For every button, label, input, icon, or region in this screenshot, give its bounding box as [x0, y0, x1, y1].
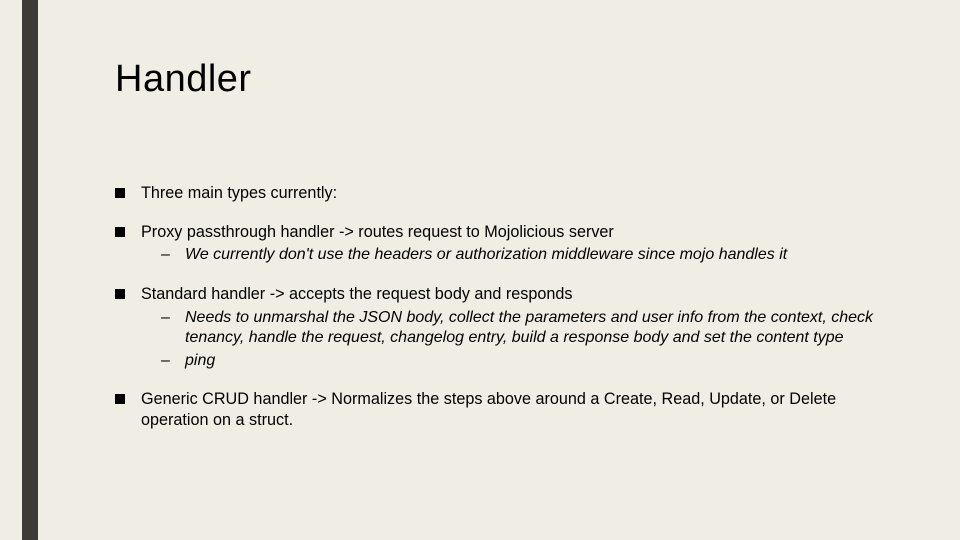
bullet-list: Three main types currently: Proxy passth…	[115, 183, 905, 431]
bullet-text: Generic CRUD handler -> Normalizes the s…	[141, 390, 836, 429]
sub-text: ping	[185, 352, 215, 369]
sub-item: We currently don't use the headers or au…	[141, 245, 905, 265]
slide-title: Handler	[115, 58, 905, 101]
bullet-item: Generic CRUD handler -> Normalizes the s…	[115, 389, 905, 430]
accent-stripe	[22, 0, 38, 540]
bullet-text: Proxy passthrough handler -> routes requ…	[141, 223, 614, 241]
sub-list: We currently don't use the headers or au…	[141, 245, 905, 265]
sub-text: Needs to unmarshal the JSON body, collec…	[185, 309, 873, 346]
bullet-item: Three main types currently:	[115, 183, 905, 204]
bullet-item: Standard handler -> accepts the request …	[115, 284, 905, 371]
slide-content: Handler Three main types currently: Prox…	[115, 58, 905, 449]
sub-item: Needs to unmarshal the JSON body, collec…	[141, 308, 905, 349]
bullet-text: Three main types currently:	[141, 184, 337, 202]
sub-item: ping	[141, 351, 905, 371]
sub-text: We currently don't use the headers or au…	[185, 246, 787, 263]
bullet-item: Proxy passthrough handler -> routes requ…	[115, 222, 905, 266]
bullet-text: Standard handler -> accepts the request …	[141, 285, 573, 303]
sub-list: Needs to unmarshal the JSON body, collec…	[141, 308, 905, 371]
